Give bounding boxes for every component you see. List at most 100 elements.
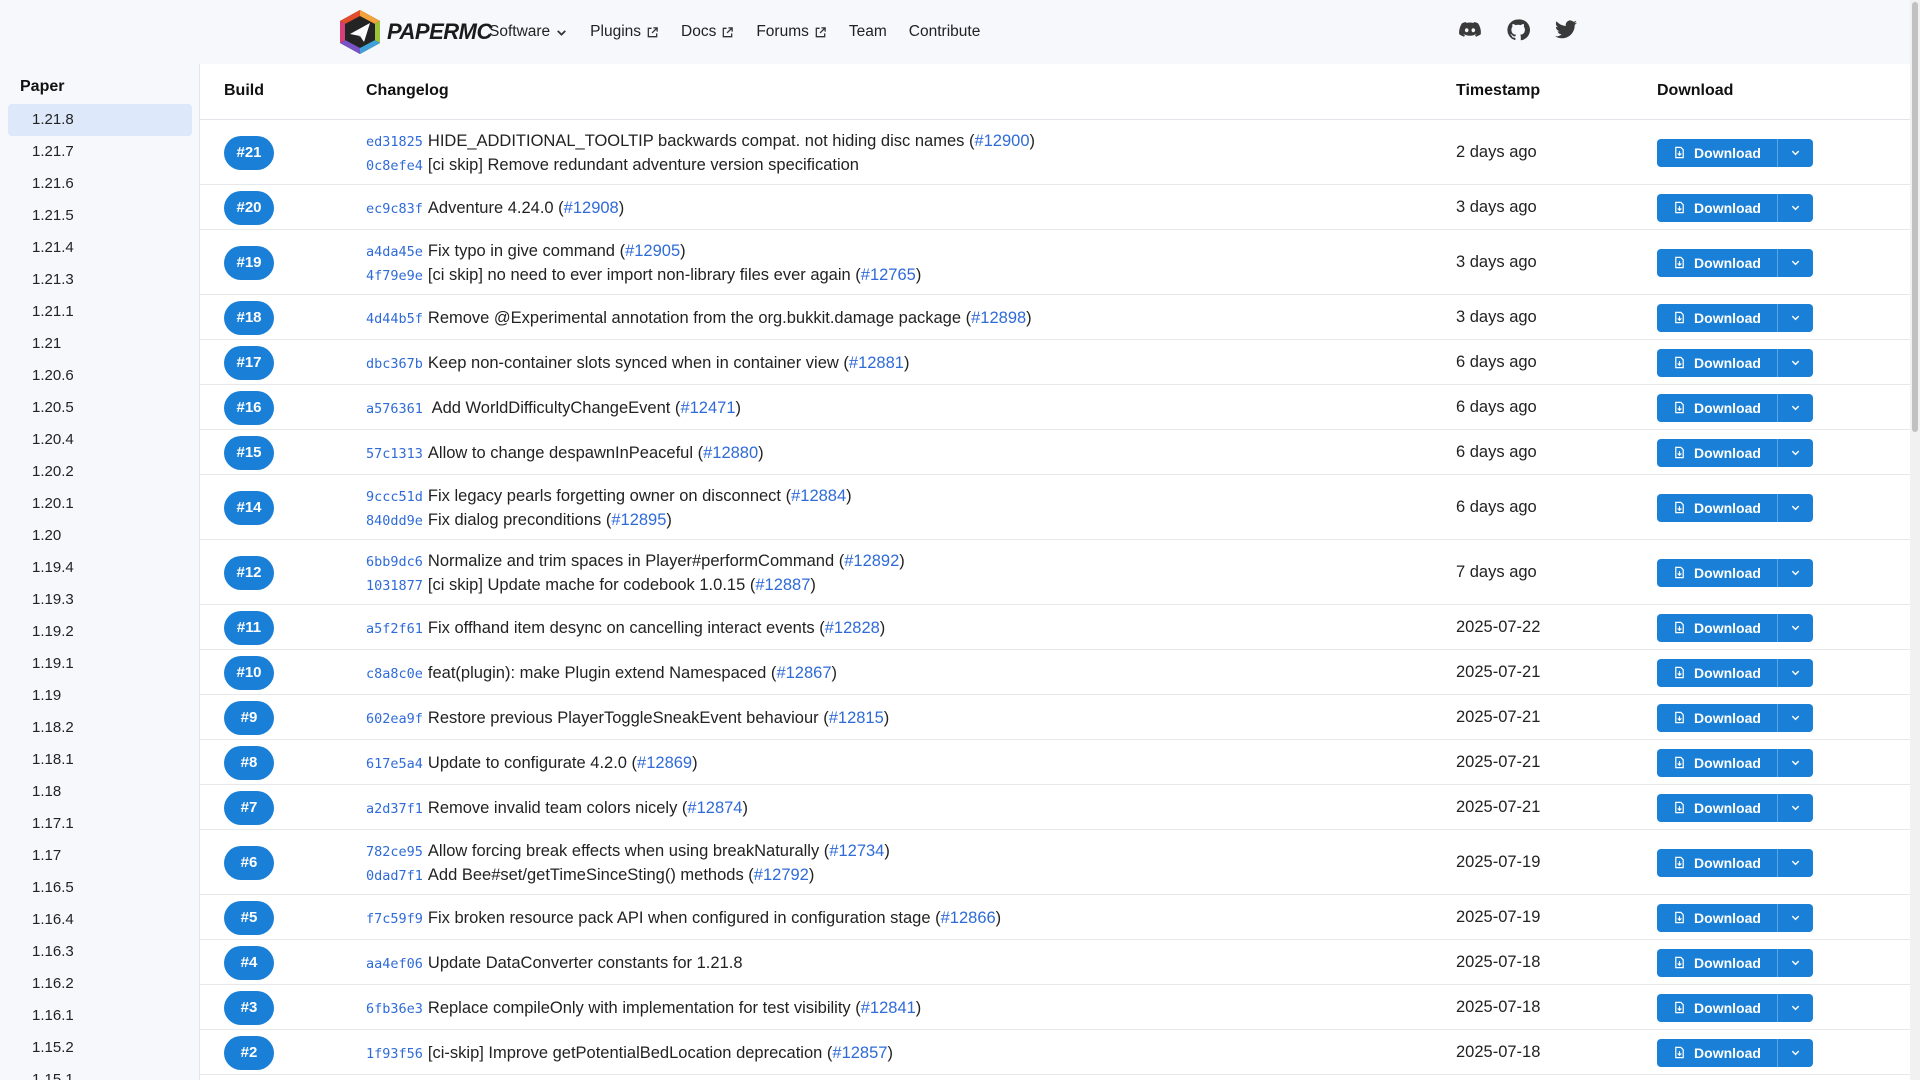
commit-hash-link[interactable]: 0dad7f1 <box>366 868 423 884</box>
pull-request-link[interactable]: #12881 <box>849 354 904 372</box>
pull-request-link[interactable]: #12905 <box>625 242 680 260</box>
build-number-badge[interactable]: #11 <box>224 610 274 645</box>
commit-hash-link[interactable]: 840dd9e <box>366 513 423 529</box>
commit-hash-link[interactable]: aa4ef06 <box>366 956 423 972</box>
download-options-chevron-down-icon[interactable] <box>1777 558 1813 587</box>
sidebar-version-item[interactable]: 1.20.1 <box>8 488 192 520</box>
download-options-chevron-down-icon[interactable] <box>1777 993 1813 1022</box>
download-options-chevron-down-icon[interactable] <box>1777 1038 1813 1067</box>
build-number-badge[interactable]: #5 <box>224 900 274 935</box>
build-number-badge[interactable]: #21 <box>224 135 274 170</box>
sidebar-version-item[interactable]: 1.15.1 <box>8 1064 192 1080</box>
download-button[interactable]: Download <box>1657 1039 1777 1067</box>
brand-home-link[interactable]: PAPERMC <box>337 8 492 56</box>
sidebar-version-item[interactable]: 1.19.2 <box>8 616 192 648</box>
download-options-chevron-down-icon[interactable] <box>1777 848 1813 877</box>
build-number-badge[interactable]: #15 <box>224 435 274 470</box>
sidebar-version-item[interactable]: 1.21.4 <box>8 232 192 264</box>
download-button[interactable]: Download <box>1657 904 1777 932</box>
commit-hash-link[interactable]: 4d44b5f <box>366 311 423 327</box>
download-button[interactable]: Download <box>1657 394 1777 422</box>
sidebar-version-item[interactable]: 1.18 <box>8 776 192 808</box>
commit-hash-link[interactable]: 1f93f56 <box>366 1046 423 1062</box>
download-button[interactable]: Download <box>1657 849 1777 877</box>
pull-request-link[interactable]: #12841 <box>861 999 916 1017</box>
sidebar-version-item[interactable]: 1.20.4 <box>8 424 192 456</box>
download-options-chevron-down-icon[interactable] <box>1777 613 1813 642</box>
nav-link-docs[interactable]: Docs <box>681 23 734 41</box>
pull-request-link[interactable]: #12874 <box>687 799 742 817</box>
sidebar-version-item[interactable]: 1.16.1 <box>8 1000 192 1032</box>
sidebar-version-item[interactable]: 1.16.4 <box>8 904 192 936</box>
download-button[interactable]: Download <box>1657 994 1777 1022</box>
download-options-chevron-down-icon[interactable] <box>1777 903 1813 932</box>
download-button[interactable]: Download <box>1657 614 1777 642</box>
build-number-badge[interactable]: #17 <box>224 345 274 380</box>
pull-request-link[interactable]: #12734 <box>829 842 884 860</box>
download-options-chevron-down-icon[interactable] <box>1777 493 1813 522</box>
download-button[interactable]: Download <box>1657 139 1777 167</box>
pull-request-link[interactable]: #12857 <box>832 1044 887 1062</box>
commit-hash-link[interactable]: ed31825 <box>366 134 423 150</box>
sidebar-version-item[interactable]: 1.16.2 <box>8 968 192 1000</box>
pull-request-link[interactable]: #12792 <box>754 866 809 884</box>
download-options-chevron-down-icon[interactable] <box>1777 748 1813 777</box>
sidebar-version-item[interactable]: 1.16.3 <box>8 936 192 968</box>
sidebar-version-item[interactable]: 1.18.2 <box>8 712 192 744</box>
commit-hash-link[interactable]: 9ccc51d <box>366 489 423 505</box>
page-scrollbar[interactable] <box>1910 0 1920 1080</box>
sidebar-version-item[interactable]: 1.19 <box>8 680 192 712</box>
download-options-chevron-down-icon[interactable] <box>1777 658 1813 687</box>
pull-request-link[interactable]: #12867 <box>776 664 831 682</box>
build-number-badge[interactable]: #4 <box>224 945 274 980</box>
commit-hash-link[interactable]: a2d37f1 <box>366 801 423 817</box>
pull-request-link[interactable]: #12900 <box>974 132 1029 150</box>
download-options-chevron-down-icon[interactable] <box>1777 438 1813 467</box>
download-button[interactable]: Download <box>1657 194 1777 222</box>
commit-hash-link[interactable]: 57c1313 <box>366 446 423 462</box>
download-options-chevron-down-icon[interactable] <box>1777 248 1813 277</box>
build-number-badge[interactable]: #10 <box>224 655 274 690</box>
sidebar-version-item[interactable]: 1.18.1 <box>8 744 192 776</box>
pull-request-link[interactable]: #12815 <box>829 709 884 727</box>
download-options-chevron-down-icon[interactable] <box>1777 348 1813 377</box>
sidebar-version-item[interactable]: 1.20.2 <box>8 456 192 488</box>
download-button[interactable]: Download <box>1657 494 1777 522</box>
discord-icon[interactable] <box>1458 18 1482 42</box>
sidebar-version-item[interactable]: 1.21.1 <box>8 296 192 328</box>
commit-hash-link[interactable]: 4f79e9e <box>366 268 423 284</box>
sidebar-version-item[interactable]: 1.17.1 <box>8 808 192 840</box>
sidebar-version-item[interactable]: 1.21 <box>8 328 192 360</box>
download-button[interactable]: Download <box>1657 439 1777 467</box>
build-number-badge[interactable]: #6 <box>224 845 274 880</box>
nav-link-software[interactable]: Software <box>489 23 568 41</box>
sidebar-version-item[interactable]: 1.16.5 <box>8 872 192 904</box>
pull-request-link[interactable]: #12895 <box>611 511 666 529</box>
sidebar-version-item[interactable]: 1.15.2 <box>8 1032 192 1064</box>
build-number-badge[interactable]: #20 <box>224 190 274 225</box>
build-number-badge[interactable]: #12 <box>224 555 274 590</box>
build-number-badge[interactable]: #9 <box>224 700 274 735</box>
download-button[interactable]: Download <box>1657 704 1777 732</box>
download-options-chevron-down-icon[interactable] <box>1777 948 1813 977</box>
nav-link-team[interactable]: Team <box>849 23 887 41</box>
pull-request-link[interactable]: #12884 <box>791 487 846 505</box>
github-icon[interactable] <box>1506 18 1530 42</box>
commit-hash-link[interactable]: 0c8efe4 <box>366 158 423 174</box>
build-number-badge[interactable]: #14 <box>224 490 274 525</box>
nav-link-contribute[interactable]: Contribute <box>909 23 981 41</box>
sidebar-version-item[interactable]: 1.21.8 <box>8 104 192 136</box>
build-number-badge[interactable]: #8 <box>224 745 274 780</box>
pull-request-link[interactable]: #12866 <box>941 909 996 927</box>
download-options-chevron-down-icon[interactable] <box>1777 793 1813 822</box>
commit-hash-link[interactable]: c8a8c0e <box>366 666 423 682</box>
nav-link-plugins[interactable]: Plugins <box>590 23 659 41</box>
download-options-chevron-down-icon[interactable] <box>1777 303 1813 332</box>
pull-request-link[interactable]: #12471 <box>680 399 735 417</box>
commit-hash-link[interactable]: a4da45e <box>366 244 423 260</box>
pull-request-link[interactable]: #12828 <box>825 619 880 637</box>
sidebar-version-item[interactable]: 1.20.6 <box>8 360 192 392</box>
sidebar-version-item[interactable]: 1.20.5 <box>8 392 192 424</box>
download-options-chevron-down-icon[interactable] <box>1777 393 1813 422</box>
download-button[interactable]: Download <box>1657 559 1777 587</box>
